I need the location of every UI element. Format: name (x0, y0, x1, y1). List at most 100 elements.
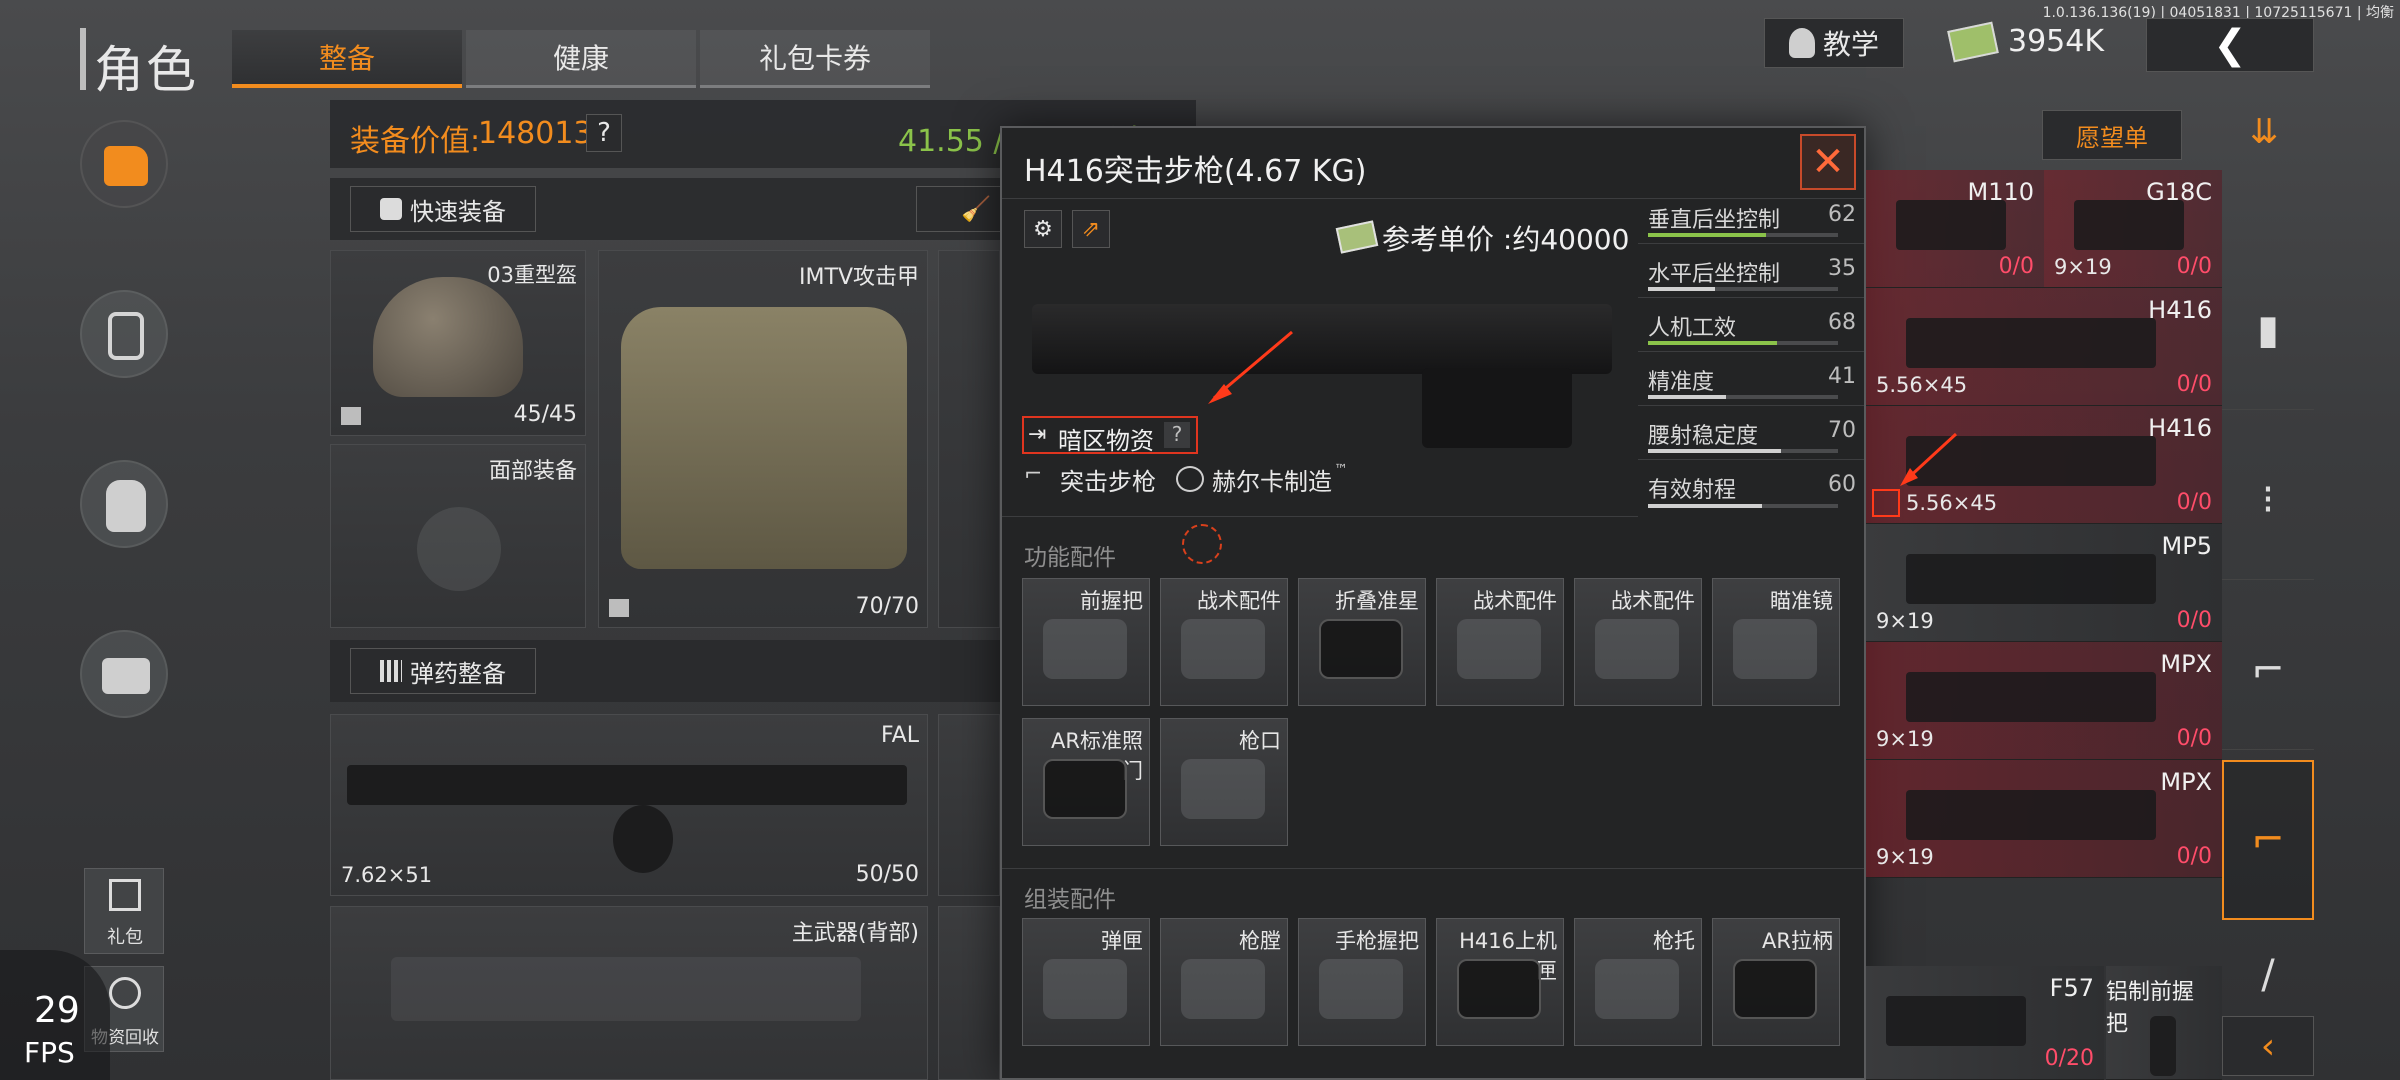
func-slot[interactable]: 战术配件 (1574, 578, 1702, 706)
slot-label: 瞄准镜 (1770, 589, 1833, 613)
stat-label: 有效射程 (1648, 478, 1737, 503)
func-slot[interactable]: 瞄准镜 (1712, 578, 1840, 706)
gift-button[interactable]: 礼包 (84, 868, 164, 954)
tab-gift-cards-label: 礼包卡券 (758, 42, 871, 75)
nav-loadout[interactable] (80, 290, 168, 378)
dark-zone-help[interactable]: ? (1164, 422, 1190, 448)
weapon-qty: 0/0 (2176, 372, 2212, 397)
tutorial-label: 教学 (1822, 28, 1879, 61)
gun-gear-icon (104, 146, 148, 186)
back-button[interactable]: ❮ (2146, 18, 2314, 72)
stat-accuracy: 精准度 41 (1638, 356, 1864, 406)
weapon-card[interactable]: MPX 9×19 0/0 (1866, 760, 2222, 878)
slot-label: 弹匣 (1101, 929, 1143, 953)
fps-value: 29 (34, 990, 80, 1031)
category-smg[interactable]: ⌐ (2222, 760, 2314, 920)
nav-gear[interactable] (80, 120, 168, 208)
weapon-image (2074, 200, 2184, 250)
item-qty: 0/20 (2044, 1046, 2094, 1071)
func-slot[interactable]: 枪口 (1160, 718, 1288, 846)
chest-rig-slot[interactable] (938, 250, 1000, 628)
helmet-image (373, 277, 523, 397)
slot-label: 手枪握把 (1335, 929, 1419, 953)
maker-tm: ™ (1334, 462, 1348, 478)
helmet-slot[interactable]: 03重型盔 45/45 (330, 250, 586, 436)
assembly-slot[interactable]: 弹匣 (1022, 918, 1150, 1046)
tactical-icon (1595, 619, 1679, 679)
primary-weapon-slot[interactable]: FAL 7.62×51 50/50 (330, 714, 928, 896)
category-knife[interactable]: / (2222, 930, 2314, 1020)
tutorial-button[interactable]: 教学 (1764, 18, 1904, 68)
weapon-image (1906, 318, 2156, 368)
category-rifle[interactable]: ⌐ (2222, 590, 2314, 750)
sort-icon[interactable]: ⇊ (2250, 112, 2279, 152)
secondary-slot[interactable] (938, 714, 1000, 896)
cash-icon (1947, 21, 1999, 63)
melee-slot[interactable] (938, 906, 1000, 1080)
func-slot[interactable]: 战术配件 (1436, 578, 1564, 706)
func-slot[interactable]: 折叠准星 (1298, 578, 1426, 706)
assembly-slot[interactable]: 枪托 (1574, 918, 1702, 1046)
person-icon (1788, 28, 1815, 58)
slot-label: 枪口 (1239, 729, 1281, 753)
slot-label: AR拉柄 (1762, 929, 1833, 953)
stat-label: 水平后坐控制 (1648, 262, 1781, 287)
stat-horizontal-recoil: 水平后坐控制 35 (1638, 248, 1864, 298)
chevron-left-icon: ‹ (2260, 1025, 2276, 1067)
weapon-image (1896, 200, 2006, 250)
stat-hip-stability: 腰射稳定度 70 (1638, 410, 1864, 460)
tab-health[interactable]: 健康 (466, 30, 696, 88)
item-card[interactable]: F57 0/20 (1866, 966, 2104, 1080)
tactical-icon (1457, 619, 1541, 679)
weapon-maker: 赫尔卡制造 (1212, 468, 1332, 496)
func-slot[interactable]: 前握把 (1022, 578, 1150, 706)
func-slot[interactable]: AR标准照门 (1022, 718, 1150, 846)
armor-slot[interactable]: IMTV攻击甲 70/70 (598, 250, 928, 628)
stat-bar (1648, 341, 1838, 345)
ammo-button[interactable]: 弹药整备 (350, 648, 536, 694)
assembly-slot[interactable]: H416上机匣 (1436, 918, 1564, 1046)
bullets-icon (380, 660, 402, 682)
shirt-icon (380, 198, 402, 220)
assembly-slot[interactable]: AR拉柄 (1712, 918, 1840, 1046)
weapon-card[interactable]: MPX 9×19 0/0 (1866, 642, 2222, 760)
stat-label: 人机工效 (1648, 316, 1737, 341)
slot-label: 前握把 (1080, 589, 1143, 613)
category-magazine[interactable]: ▮ (2222, 250, 2314, 410)
smg-icon: ⌐ (2251, 817, 2285, 863)
tab-equip-label: 整备 (318, 42, 375, 75)
stat-value: 41 (1828, 364, 1856, 389)
item-card[interactable]: 铝制前握把 (2106, 966, 2222, 1080)
tab-gift-cards[interactable]: 礼包卡券 (700, 30, 930, 88)
quick-equip-button[interactable]: 快速装备 (350, 186, 536, 232)
stat-bar-fill (1648, 233, 1766, 237)
quick-equip-label: 快速装备 (410, 197, 506, 226)
value-help-button[interactable]: ? (586, 114, 622, 152)
stat-value: 35 (1828, 256, 1856, 281)
collapse-button[interactable]: ‹ (2222, 1016, 2314, 1076)
stat-bar (1648, 449, 1838, 453)
rear-sight-icon (1043, 759, 1127, 819)
weapon-card[interactable]: H416 5.56×45 0/0 (1866, 288, 2222, 406)
weapon-card[interactable]: G18C 9×19 0/0 (2044, 170, 2222, 288)
face-slot[interactable]: 面部装备 (330, 444, 586, 628)
weapon-card[interactable]: M110 0/0 (1866, 170, 2044, 288)
back-weapon-slot[interactable]: 主武器(背部) (330, 906, 928, 1080)
primary-weapon-name: FAL (881, 723, 919, 748)
annotation-arrow (1900, 432, 1958, 486)
func-slot[interactable]: 战术配件 (1160, 578, 1288, 706)
dark-zone-tag[interactable]: ⇥ 暗区物资 ? (1022, 416, 1198, 455)
weapon-card[interactable]: MP5 9×19 0/0 (1866, 524, 2222, 642)
category-ammo[interactable]: ⁝ (2222, 420, 2314, 580)
game-screen: 1.0.136.136(19) | 04051831 | 10725115671… (0, 0, 2400, 1080)
tab-equip[interactable]: 整备 (232, 30, 462, 88)
nav-toolbox[interactable] (80, 630, 168, 718)
magazine-icon (1043, 959, 1127, 1019)
weapon-caliber: 9×19 (1876, 727, 1934, 751)
item-name: F57 (2049, 974, 2094, 1002)
assembly-slot[interactable]: 枪膛 (1160, 918, 1288, 1046)
wishlist-button[interactable]: 愿望单 (2042, 110, 2182, 160)
nav-backpack[interactable] (80, 460, 168, 548)
back-weapon-name: 主武器(背部) (791, 921, 919, 946)
assembly-slot[interactable]: 手枪握把 (1298, 918, 1426, 1046)
